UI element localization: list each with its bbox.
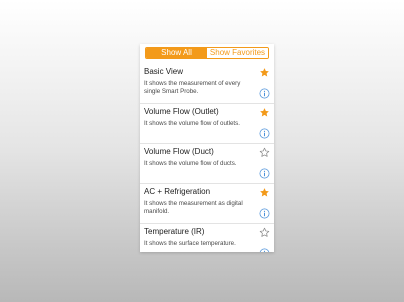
list-item[interactable]: Basic View It shows the measurement of e… (140, 64, 274, 104)
item-description: It shows the volume flow of outlets. (144, 120, 240, 127)
info-icon[interactable] (259, 248, 270, 252)
item-title: AC + Refrigeration (144, 187, 211, 196)
star-outline-icon[interactable] (259, 227, 270, 238)
info-icon[interactable] (259, 208, 270, 219)
item-title: Temperature (IR) (144, 227, 205, 236)
item-description: It shows the surface temperature. (144, 240, 236, 247)
view-selector-panel: Show All Show Favorites Basic View It sh… (140, 44, 274, 252)
list-item[interactable]: Volume Flow (Outlet) It shows the volume… (140, 104, 274, 144)
show-favorites-tab[interactable]: Show Favorites (207, 48, 268, 58)
show-all-tab[interactable]: Show All (146, 48, 207, 58)
item-title: Volume Flow (Outlet) (144, 107, 219, 116)
info-icon[interactable] (259, 128, 270, 139)
filter-segmented-control: Show All Show Favorites (145, 47, 269, 59)
item-title: Basic View (144, 67, 183, 76)
list-item[interactable]: Volume Flow (Duct) It shows the volume f… (140, 144, 274, 184)
view-list: Basic View It shows the measurement of e… (140, 64, 274, 252)
item-description: It shows the measurement as digital mani… (144, 200, 243, 215)
info-icon[interactable] (259, 88, 270, 99)
star-filled-icon[interactable] (259, 107, 270, 118)
star-filled-icon[interactable] (259, 67, 270, 78)
star-outline-icon[interactable] (259, 147, 270, 158)
item-description: It shows the measurement of every single… (144, 80, 241, 95)
star-filled-icon[interactable] (259, 187, 270, 198)
list-item[interactable]: Temperature (IR) It shows the surface te… (140, 224, 274, 252)
info-icon[interactable] (259, 168, 270, 179)
item-description: It shows the volume flow of ducts. (144, 160, 237, 167)
item-title: Volume Flow (Duct) (144, 147, 214, 156)
list-item[interactable]: AC + Refrigeration It shows the measurem… (140, 184, 274, 224)
